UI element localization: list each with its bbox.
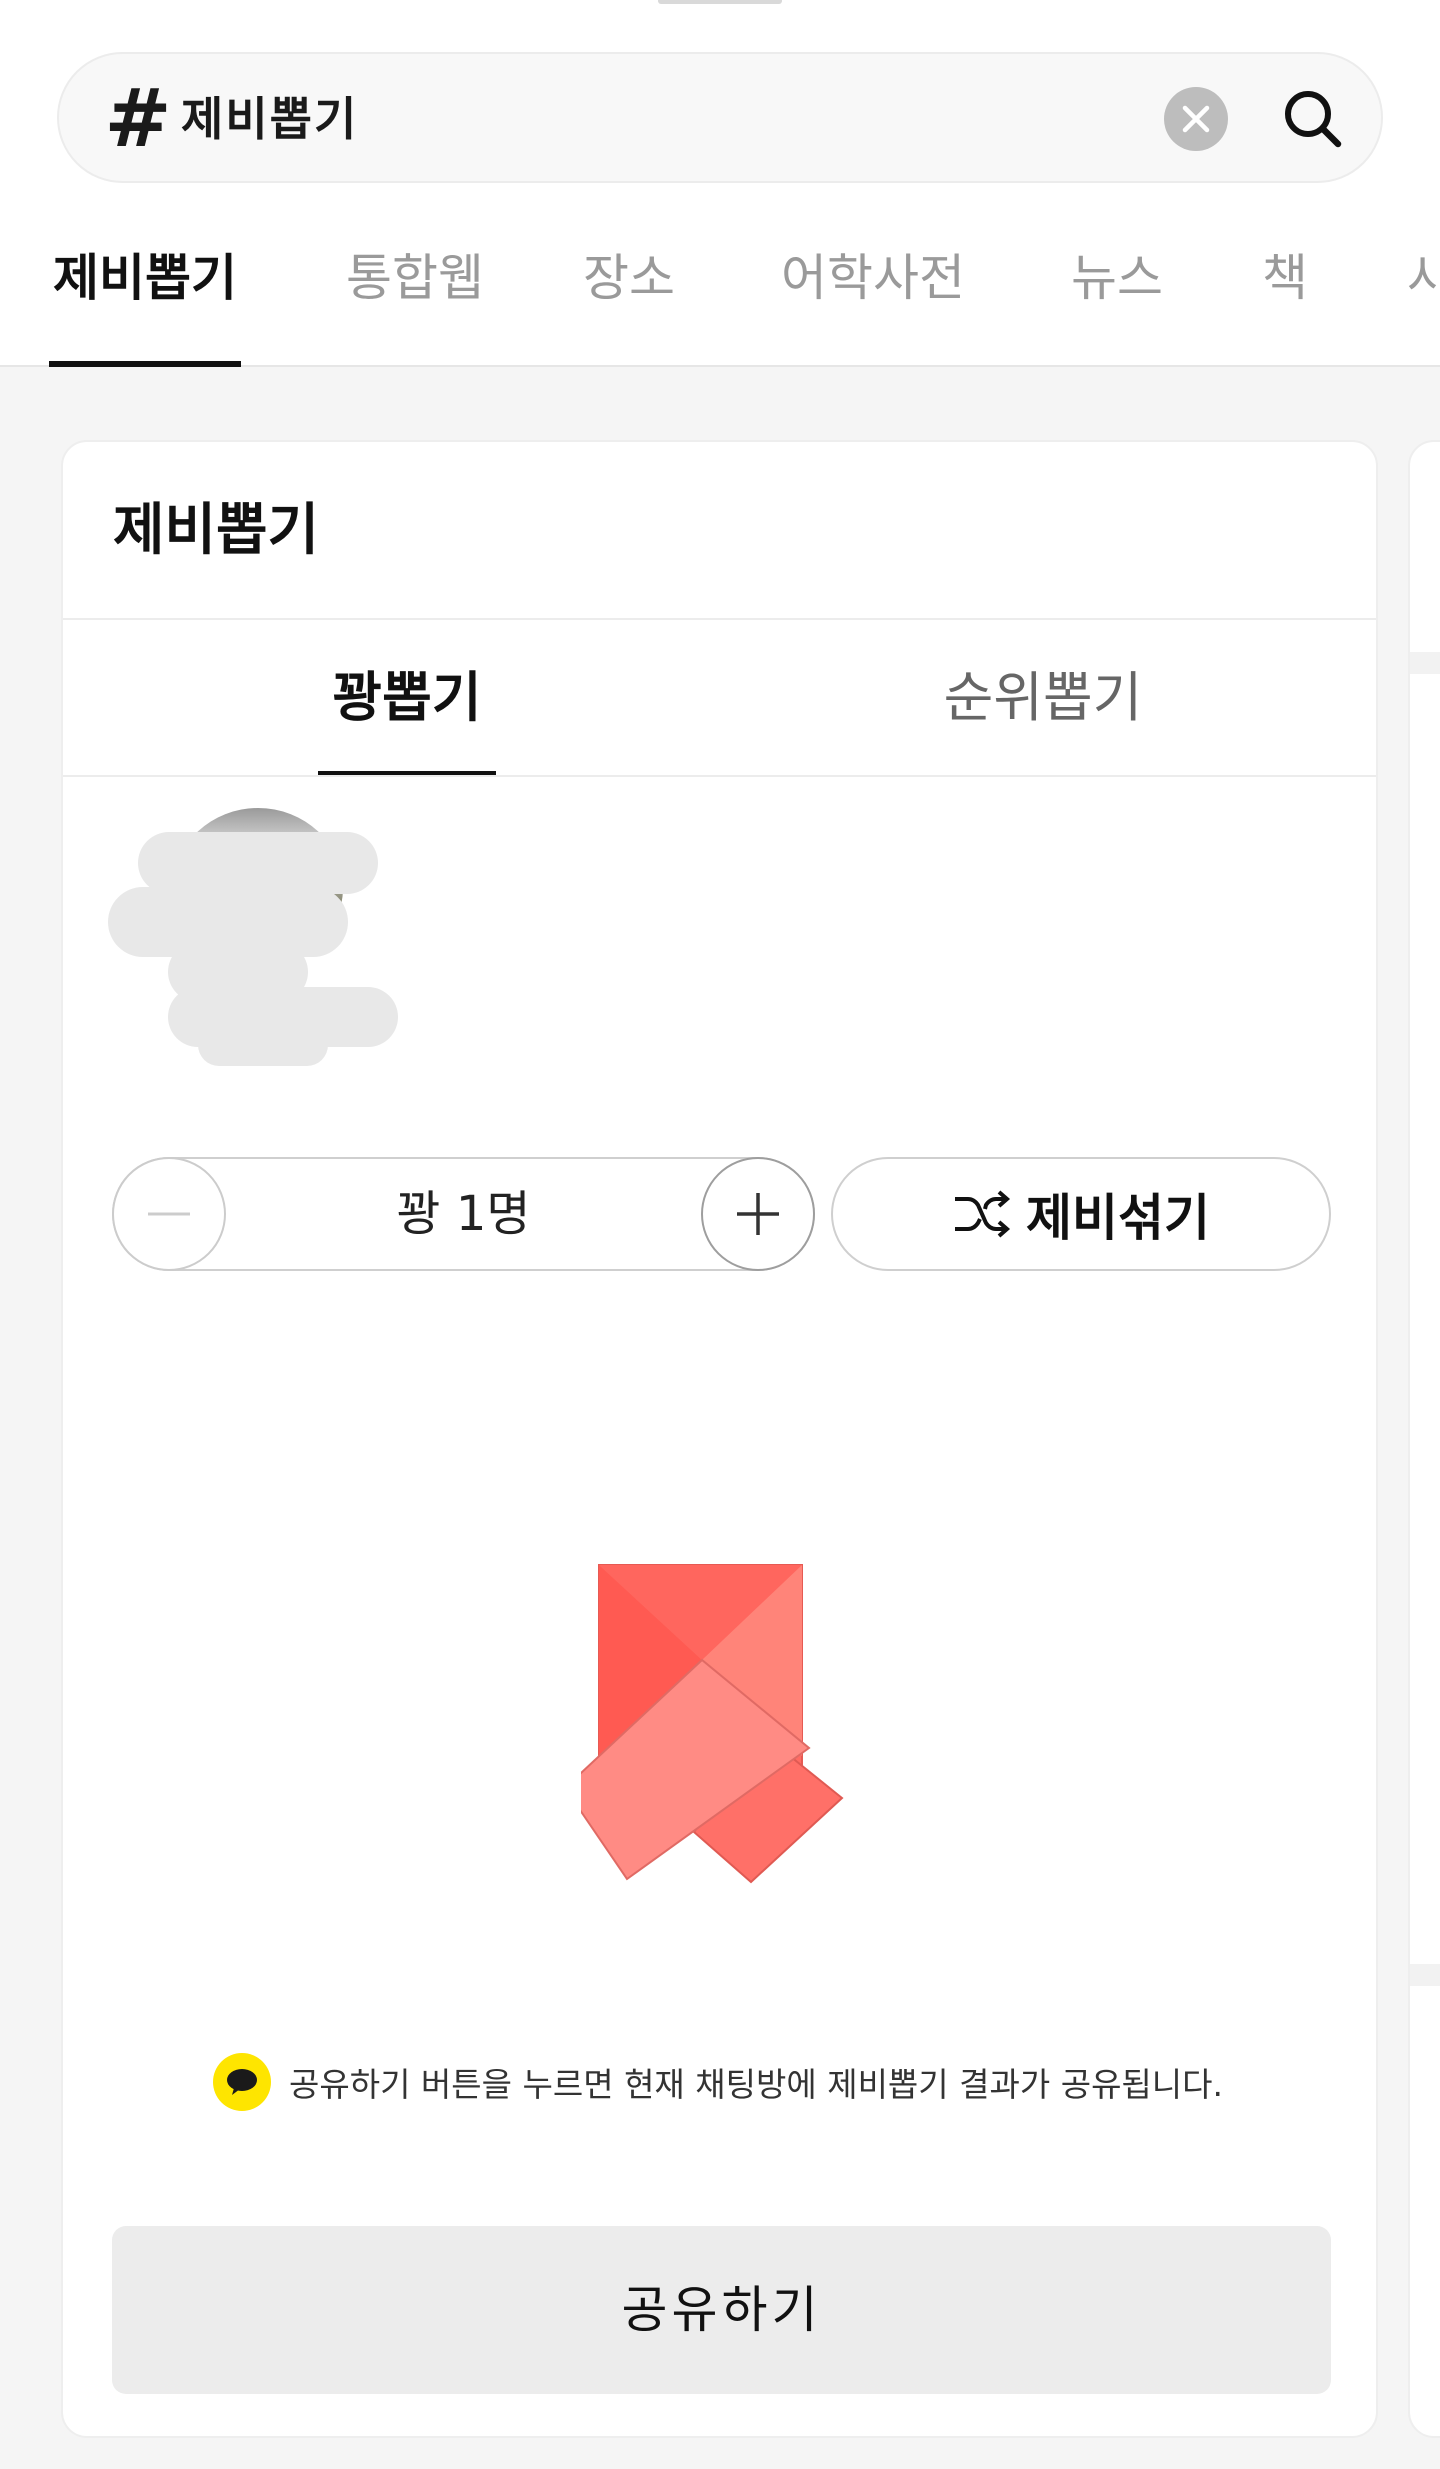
- card-title: 제비뽑기: [113, 498, 320, 563]
- tab-label: 통합웹: [346, 249, 484, 307]
- divider: [63, 618, 1376, 620]
- talk-bubble-icon: [213, 2053, 271, 2111]
- next-card-peek: [1408, 440, 1440, 2438]
- tab-label: 책: [1262, 249, 1308, 307]
- plus-icon: [737, 1193, 779, 1235]
- tab-places[interactable]: 장소: [572, 230, 686, 367]
- shuffle-button[interactable]: 제비섞기: [831, 1157, 1331, 1271]
- tab-more[interactable]: 사: [1400, 230, 1440, 367]
- share-notice: 공유하기 버튼을 누르면 현재 채팅방에 제비뽑기 결과가 공유됩니다.: [213, 2052, 1263, 2112]
- mode-tab-label: 순위뽑기: [943, 666, 1143, 729]
- tab-news[interactable]: 뉴스: [1060, 230, 1174, 367]
- next-card-divider: [1410, 1964, 1440, 1986]
- tab-loser-draw[interactable]: 꽝뽑기: [318, 620, 496, 775]
- mode-tab-label: 꽝뽑기: [332, 666, 482, 729]
- loser-count-value: 꽝 1명: [396, 1186, 531, 1242]
- search-bar[interactable]: # 제비뽑기: [57, 52, 1383, 183]
- loser-count-stepper: 꽝 1명: [112, 1157, 815, 1271]
- drag-handle[interactable]: [658, 0, 782, 4]
- category-tabs: 제비뽑기 통합웹 장소 어학사전 뉴스 책 사: [0, 230, 1440, 367]
- share-button[interactable]: 공유하기: [112, 2226, 1331, 2394]
- tab-label: 어학사전: [781, 249, 965, 307]
- tab-lottery[interactable]: 제비뽑기: [49, 230, 241, 367]
- tab-rank-draw[interactable]: 순위뽑기: [933, 620, 1153, 775]
- participant-avatar: [108, 802, 418, 1066]
- active-tab-underline: [49, 361, 241, 367]
- tab-web[interactable]: 통합웹: [330, 230, 500, 367]
- search-input[interactable]: 제비뽑기: [181, 84, 358, 154]
- tab-label: 제비뽑기: [53, 249, 237, 307]
- folded-paper-illustration: [563, 1562, 881, 1902]
- tab-dictionary[interactable]: 어학사전: [768, 230, 978, 367]
- tab-label: 장소: [583, 249, 675, 307]
- divider: [63, 775, 1376, 777]
- minus-icon: [148, 1212, 190, 1216]
- increase-button[interactable]: [701, 1157, 815, 1271]
- redaction: [198, 1024, 328, 1066]
- notice-text: 공유하기 버튼을 누르면 현재 채팅방에 제비뽑기 결과가 공유됩니다.: [289, 2065, 1223, 2104]
- tab-books[interactable]: 책: [1255, 230, 1315, 367]
- tab-label: 사: [1407, 249, 1440, 307]
- shuffle-label: 제비섞기: [1026, 1189, 1210, 1247]
- clear-search-button[interactable]: [1164, 87, 1228, 151]
- hash-icon: #: [104, 72, 172, 165]
- top-area: # 제비뽑기 제비뽑기 통합웹 장소 어학사전 뉴스 책 사: [0, 0, 1440, 367]
- search-icon: [1285, 91, 1342, 148]
- clear-icon: [1182, 105, 1210, 133]
- tab-label: 뉴스: [1071, 249, 1163, 307]
- redaction: [138, 832, 378, 894]
- lottery-card: 제비뽑기 꽝뽑기 순위뽑기 꽝 1명 제비섞기 공유하기 버튼을 누르면 현재 …: [61, 440, 1378, 2438]
- decrease-button[interactable]: [112, 1157, 226, 1271]
- next-card-divider: [1410, 652, 1440, 674]
- search-button[interactable]: [1276, 82, 1350, 156]
- shuffle-icon: [955, 1190, 1011, 1238]
